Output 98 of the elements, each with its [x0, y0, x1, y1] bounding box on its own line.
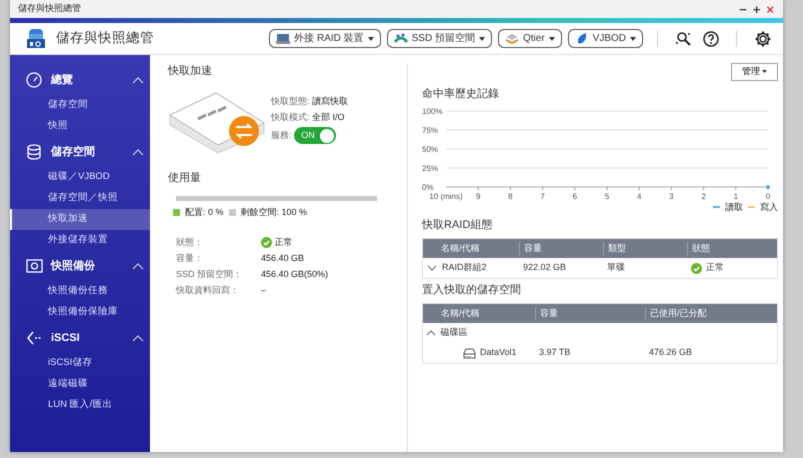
sidebar-item[interactable]: 儲存空間／快照: [10, 188, 150, 209]
y-tick: 50%: [422, 144, 438, 154]
detail-label: 容量：: [176, 252, 204, 265]
network-icon: [26, 330, 43, 346]
manage-button[interactable]: 管理: [731, 63, 778, 80]
detail-value: –: [261, 284, 266, 297]
gauge-icon: [26, 72, 43, 88]
table-cell-text: DataVol1: [480, 346, 517, 360]
info-label: 快取模式:: [271, 111, 310, 124]
info-value: 讀寫快取: [312, 95, 348, 108]
column-header: 狀態: [687, 242, 773, 256]
legend-swatch: [713, 206, 720, 208]
detail-label: 狀態：: [176, 236, 204, 249]
check-icon: [261, 237, 272, 248]
chart-title: 命中率歷史記錄: [422, 86, 500, 102]
column-header: 容量: [535, 306, 645, 320]
legend-swatch: [748, 206, 755, 208]
y-tick: 25%: [422, 164, 438, 172]
x-tick: 1: [734, 192, 738, 200]
menu-dropdown[interactable]: 外接 RAID 裝置: [269, 29, 381, 48]
sidebar-item[interactable]: iSCSI儲存: [10, 353, 150, 374]
series-marker: [766, 184, 770, 188]
y-tick: 100%: [422, 106, 442, 116]
menu-dropdown[interactable]: Qtier: [498, 29, 562, 48]
column-header: 容量: [519, 242, 603, 256]
detail-label: 快取資料回寫：: [176, 284, 240, 297]
drive-icon: [276, 32, 290, 45]
sidebar-item[interactable]: 快照備份任務: [10, 281, 150, 302]
check-icon: [691, 262, 702, 274]
info-label: 快取型態:: [271, 95, 310, 108]
menu-dropdown[interactable]: SSD 預留空間: [386, 29, 492, 48]
sidebar-item[interactable]: 快取加速: [10, 209, 150, 230]
table-cell-text: 單碟: [607, 261, 625, 274]
sidebar-item[interactable]: 快照備份保險庫: [10, 302, 150, 323]
info-label: 服務:: [271, 128, 292, 142]
sidebar-section[interactable]: 總覽: [10, 65, 150, 95]
close-button[interactable]: ×: [763, 2, 777, 16]
detail-value: 正常: [274, 236, 292, 249]
x-tick: 7: [540, 192, 545, 200]
detail-label: SSD 預留空間：: [176, 268, 244, 281]
table-title: 置入快取的儲存空間: [422, 282, 522, 298]
app-logo-icon: [26, 28, 46, 49]
legend-label: 剩餘空間: 100 %: [240, 206, 308, 219]
sidebar-section[interactable]: iSCSI: [10, 323, 150, 353]
table-cell-text: 3.97 TB: [539, 346, 570, 360]
y-tick: 75%: [422, 126, 438, 134]
window-title: 儲存與快照總管: [18, 2, 81, 16]
caret-icon: [368, 36, 374, 40]
x-tick: 0: [766, 192, 770, 200]
column-header: 名稱/代稱: [440, 306, 481, 320]
detail-value: 456.40 GB: [261, 252, 304, 265]
database-icon: [26, 144, 43, 160]
legend-label: 配置: 0 %: [185, 206, 224, 219]
caret-icon: [478, 36, 485, 40]
x-tick: 2: [701, 192, 706, 200]
info-value: 全部 I/O: [312, 111, 345, 124]
x-tick: 9: [476, 192, 480, 200]
sidebar-section[interactable]: 快照備份: [10, 251, 150, 281]
group-label: 磁碟區: [440, 326, 468, 340]
legend-label: 寫入: [760, 200, 778, 214]
caret-icon: [548, 36, 555, 40]
detail-value: 456.40 GB(50%): [261, 268, 328, 281]
legend-label: 讀取: [725, 200, 743, 214]
column-header: 已使用/已分配: [645, 306, 773, 320]
caret-icon: [630, 36, 636, 40]
table-cell-text: 922.02 GB: [523, 261, 566, 274]
x-tick: 4: [636, 192, 642, 200]
column-header: 類型: [603, 242, 687, 256]
sidebar-section[interactable]: 儲存空間: [10, 137, 150, 167]
chevron-icon[interactable]: [426, 329, 436, 337]
camera-icon: [26, 258, 43, 274]
section-title: 使用量: [168, 170, 202, 186]
section-title: 快取加速: [168, 64, 213, 79]
app-title: 儲存與快照總管: [56, 29, 154, 48]
sidebar-item[interactable]: 外接儲存裝置: [10, 230, 150, 251]
table-cell-text: 476.26 GB: [649, 346, 692, 360]
y-tick: 0%: [422, 182, 434, 192]
sidebar-item[interactable]: 儲存空間: [10, 95, 150, 116]
table-cell-text: RAID群組2: [442, 261, 487, 274]
x-tick: 10 (mins): [429, 192, 463, 200]
sidebar-item[interactable]: 磁碟／VJBOD: [10, 167, 150, 188]
x-tick: 6: [572, 192, 578, 200]
column-header: 名稱/代稱: [440, 242, 481, 255]
sidebar-item[interactable]: 遠端磁碟: [10, 374, 150, 395]
caret-icon: [762, 70, 767, 74]
table-title: 快取RAID組態: [422, 218, 494, 232]
sidebar-item[interactable]: 快照: [10, 116, 150, 137]
x-tick: 8: [508, 192, 513, 200]
menu-dropdown[interactable]: VJBOD: [568, 29, 643, 48]
sidebar-item[interactable]: LUN 匯入/匯出: [10, 395, 150, 416]
volume-icon: [463, 348, 476, 358]
maximize-button[interactable]: +: [750, 2, 764, 16]
x-tick: 3: [669, 192, 674, 200]
minimize-button[interactable]: −: [736, 2, 750, 16]
x-tick: 5: [604, 192, 610, 200]
layers-icon: [504, 32, 519, 45]
table-cell-text: 正常: [706, 261, 724, 274]
chevron-icon[interactable]: [427, 264, 437, 272]
